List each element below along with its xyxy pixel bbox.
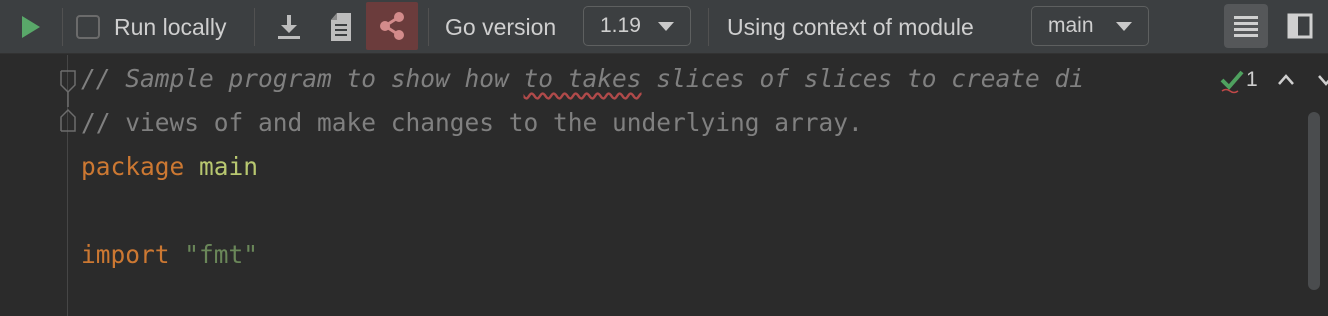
package-name: main (199, 152, 259, 181)
checkbox-box[interactable] (76, 15, 100, 39)
chevron-down-icon (1116, 21, 1132, 31)
keyword-import: import (81, 240, 170, 269)
format-button[interactable] (322, 8, 360, 46)
comment-text: // Sample program to show how (81, 64, 524, 93)
module-value: main (1048, 14, 1094, 37)
share-icon (380, 12, 404, 40)
keyword-package: package (81, 152, 185, 181)
code-line-1: // Sample program to show how to takes s… (81, 57, 1181, 101)
chevron-down-icon[interactable] (1316, 70, 1328, 90)
view-split-button[interactable] (1282, 8, 1318, 44)
play-icon (22, 16, 40, 38)
toolbar-separator (254, 8, 255, 46)
toolbar-separator (708, 8, 709, 46)
context-text: Using context of module (727, 13, 974, 40)
run-locally-checkbox[interactable]: Run locally (76, 10, 227, 44)
list-view-icon (1234, 16, 1258, 37)
split-view-icon (1287, 13, 1313, 39)
check-icon (1220, 70, 1244, 94)
fold-start-icon[interactable] (59, 67, 77, 107)
code-line-5: import "fmt" (81, 233, 258, 277)
run-locally-label: Run locally (114, 13, 227, 40)
code-editor[interactable]: // Sample program to show how to takes s… (0, 55, 1328, 316)
context-label: Using context of module (727, 10, 974, 44)
go-version-value: 1.19 (600, 14, 641, 37)
go-version-text: Go version (445, 13, 557, 40)
document-icon (331, 13, 351, 41)
inspection-widget[interactable]: 1 (1178, 58, 1328, 106)
toolbar-separator (428, 8, 429, 46)
code-line-3: package main (81, 145, 258, 189)
chevron-down-icon (658, 21, 674, 31)
comment-text: // views of and make changes to the unde… (81, 108, 863, 137)
module-dropdown[interactable]: main (1031, 6, 1149, 46)
vertical-scrollbar[interactable] (1308, 112, 1320, 290)
download-button[interactable] (270, 8, 308, 46)
toolbar: Run locally Go version 1.19 Using contex… (0, 0, 1328, 54)
inspection-count: 1 (1246, 68, 1258, 91)
go-version-dropdown[interactable]: 1.19 (583, 6, 691, 46)
chevron-up-icon[interactable] (1276, 70, 1296, 90)
fold-end-icon[interactable] (59, 107, 77, 137)
import-string: "fmt" (184, 240, 259, 269)
comment-text: slices of slices to create di (641, 64, 1085, 93)
view-list-button[interactable] (1224, 4, 1268, 48)
run-button[interactable] (14, 10, 48, 44)
go-version-label: Go version (445, 10, 556, 44)
download-icon (278, 15, 300, 39)
code-line-2: // views of and make changes to the unde… (81, 101, 863, 145)
share-button[interactable] (366, 2, 418, 50)
toolbar-separator (62, 8, 63, 46)
typo-highlight: to takes (523, 64, 642, 93)
